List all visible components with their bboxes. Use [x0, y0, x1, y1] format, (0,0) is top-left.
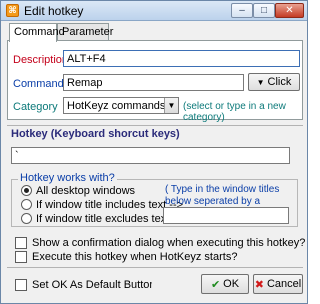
dropdown-arrow-icon: ▼ — [256, 77, 265, 87]
cancel-button-label: Cancel — [266, 278, 302, 290]
hotkey-app-icon: ⌘ — [6, 4, 19, 17]
minimize-button[interactable]: – — [231, 3, 253, 18]
red-x-icon: ✖ — [254, 278, 264, 291]
radio-label-title-includes: If window title includes text --> — [36, 199, 184, 211]
title-bar[interactable]: ⌘ Edit hotkey – □ ✕ — [1, 1, 307, 21]
divider — [7, 267, 303, 268]
hotkey-field[interactable]: ` — [11, 147, 290, 164]
click-button[interactable]: ▼ Click — [248, 73, 300, 91]
radio-all-desktop-windows[interactable] — [21, 185, 32, 196]
ok-button-label: OK — [223, 278, 240, 290]
description-label: Description — [13, 54, 69, 66]
window-titles-field[interactable] — [163, 207, 289, 224]
confirm-checkbox-label: Show a confirmation dialog when executin… — [32, 237, 306, 249]
description-field[interactable]: ALT+F4 — [63, 50, 300, 67]
command-panel: Description ALT+F4 Command Remap ▼ Click… — [7, 40, 303, 123]
category-select[interactable]: HotKeyz commands ▼ — [63, 97, 179, 114]
maximize-button[interactable]: □ — [253, 3, 275, 18]
command-field[interactable]: Remap — [63, 74, 244, 91]
radio-label-all-desktop: All desktop windows — [36, 185, 136, 197]
divider — [7, 125, 303, 126]
confirm-checkbox[interactable] — [15, 237, 27, 249]
radio-title-includes[interactable] — [21, 199, 32, 210]
category-hint: (select or type in a new category) — [183, 101, 286, 123]
category-label: Category — [13, 101, 58, 113]
chevron-down-icon[interactable]: ▼ — [164, 98, 178, 113]
edit-hotkey-window: ⌘ Edit hotkey – □ ✕ Command Parameter De… — [0, 0, 308, 304]
command-label: Command — [13, 78, 64, 90]
click-button-label: Click — [267, 76, 292, 88]
checkmark-icon: ✔ — [210, 278, 221, 291]
hotkey-heading: Hotkey (Keyboard shorcut keys) — [11, 128, 180, 140]
close-button[interactable]: ✕ — [275, 3, 304, 18]
window-title: Edit hotkey — [24, 4, 84, 18]
default-ok-label: Set OK As Default Button (With th — [32, 279, 152, 291]
cancel-button[interactable]: ✖ Cancel — [253, 274, 303, 294]
hotkey-works-with-title: Hotkey works with? — [18, 172, 117, 184]
execute-on-start-label: Execute this hotkey when HotKeyz starts? — [32, 251, 238, 263]
radio-title-excludes[interactable] — [21, 213, 32, 224]
ok-button[interactable]: ✔ OK — [201, 274, 249, 294]
category-value: HotKeyz commands — [67, 100, 166, 112]
tab-command[interactable]: Command — [9, 23, 65, 42]
execute-on-start-checkbox[interactable] — [15, 251, 27, 263]
default-ok-checkbox[interactable] — [15, 279, 27, 291]
tab-parameter[interactable]: Parameter — [57, 23, 113, 41]
